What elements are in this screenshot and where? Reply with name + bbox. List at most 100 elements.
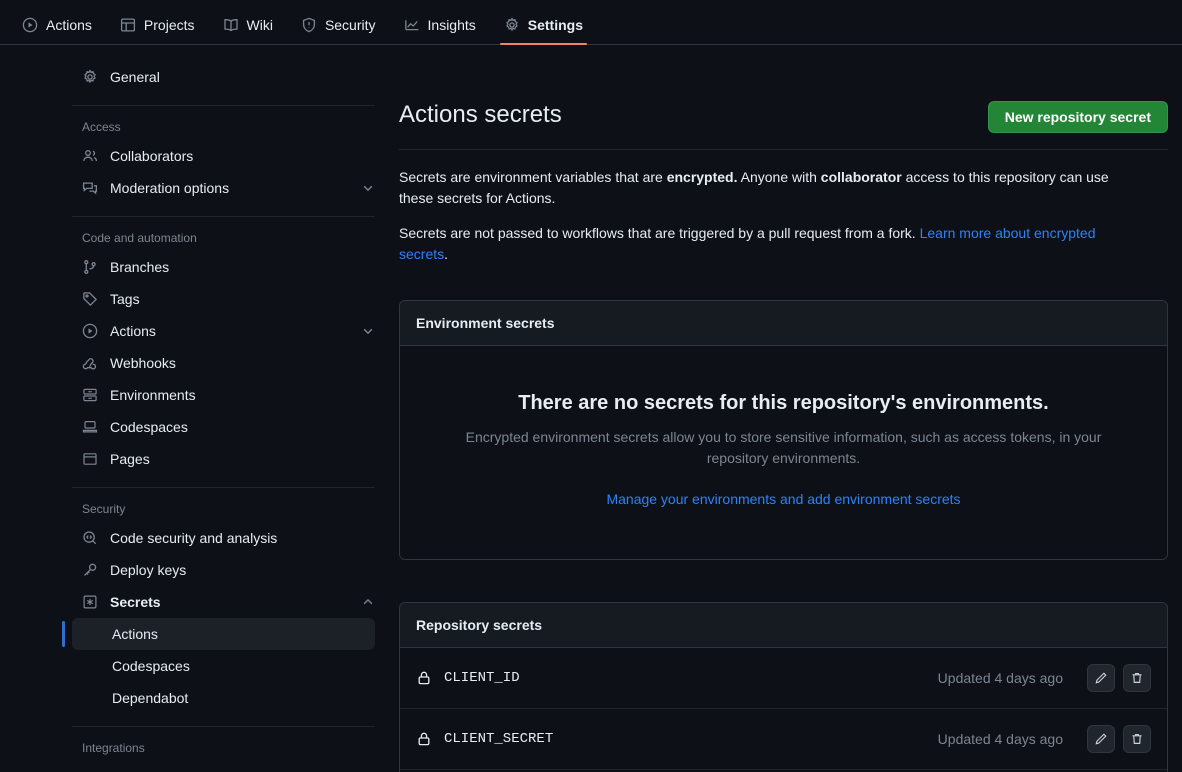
sidebar-divider	[72, 487, 375, 488]
sidebar-subitem-label: Dependabot	[112, 690, 189, 706]
chevron-down-icon[interactable]	[361, 181, 375, 195]
table-row: CLIENT_ID Updated 4 days ago	[400, 648, 1167, 709]
page-header: Actions secrets New repository secret	[399, 101, 1168, 150]
git-branch-icon	[82, 259, 98, 275]
graph-icon	[404, 17, 420, 33]
fork-note-trailing: .	[444, 246, 449, 262]
settings-sidebar: General Access Collaborators Moderation …	[0, 45, 383, 772]
sidebar-divider	[72, 105, 375, 106]
new-repository-secret-button[interactable]: New repository secret	[987, 101, 1168, 133]
intro-bold-collaborator: collaborator	[820, 169, 902, 185]
lock-icon	[416, 731, 432, 747]
webhook-icon	[82, 355, 98, 371]
sidebar-subitem-secrets-actions[interactable]: Actions	[62, 618, 375, 650]
shield-icon	[301, 17, 317, 33]
sidebar-item-label: Pages	[110, 451, 150, 467]
sidebar-item-tags[interactable]: Tags	[72, 283, 383, 315]
tab-label: Projects	[143, 17, 195, 33]
main-content: Actions secrets New repository secret Se…	[383, 45, 1182, 772]
asterisk-square-icon	[82, 594, 98, 610]
tab-projects[interactable]: Projects	[108, 17, 207, 44]
comment-discussion-icon	[82, 180, 98, 196]
browser-icon	[82, 451, 98, 467]
book-icon	[223, 17, 239, 33]
play-circle-icon	[82, 323, 98, 339]
delete-secret-button[interactable]	[1123, 725, 1151, 753]
empty-state-title: There are no secrets for this repository…	[518, 392, 1049, 414]
sidebar-item-webhooks[interactable]: Webhooks	[72, 347, 383, 379]
secret-name: CLIENT_ID	[444, 670, 520, 686]
sidebar-item-deploy-keys[interactable]: Deploy keys	[72, 554, 383, 586]
table-row: CLIENT_SECRET Updated 4 days ago	[400, 709, 1167, 770]
chevron-down-icon[interactable]	[361, 324, 375, 338]
laptop-icon	[82, 419, 98, 435]
sidebar-subitem-secrets-codespaces[interactable]: Codespaces	[72, 650, 375, 682]
edit-secret-button[interactable]	[1087, 725, 1115, 753]
tab-label: Wiki	[246, 17, 273, 33]
sidebar-item-branches[interactable]: Branches	[72, 251, 383, 283]
sidebar-item-label: Secrets	[110, 594, 161, 610]
sidebar-item-label: Branches	[110, 259, 170, 275]
repository-secrets-header: Repository secrets	[400, 603, 1167, 648]
repository-secrets-panel: Repository secrets CLIENT_ID Updated 4 d…	[399, 602, 1168, 772]
sidebar-group-integrations: Integrations	[82, 741, 145, 755]
gear-icon	[82, 69, 98, 85]
sidebar-group-access: Access	[82, 120, 121, 134]
secrets-intro-paragraph: Secrets are environment variables that a…	[399, 167, 1139, 209]
sidebar-item-environments[interactable]: Environments	[72, 379, 383, 411]
sidebar-item-pages[interactable]: Pages	[72, 443, 383, 475]
sidebar-item-code-security-and-analysis[interactable]: Code security and analysis	[72, 522, 383, 554]
play-circle-icon	[22, 17, 38, 33]
delete-secret-button[interactable]	[1123, 664, 1151, 692]
sidebar-item-collaborators[interactable]: Collaborators	[72, 140, 383, 172]
empty-state-description: Encrypted environment secrets allow you …	[465, 429, 1102, 466]
sidebar-subitem-label: Codespaces	[112, 658, 190, 674]
secret-updated-timestamp: Updated 4 days ago	[937, 670, 1063, 686]
sidebar-item-label: Moderation options	[110, 180, 230, 196]
fork-note-text: Secrets are not passed to workflows that…	[399, 225, 920, 241]
sidebar-item-secrets[interactable]: Secrets	[72, 586, 383, 618]
sidebar-item-label: Webhooks	[110, 355, 176, 371]
environment-secrets-header: Environment secrets	[400, 301, 1167, 346]
environment-secrets-empty-state: There are no secrets for this repository…	[400, 346, 1167, 559]
tab-insights[interactable]: Insights	[392, 17, 488, 44]
lock-icon	[416, 670, 432, 686]
page-title: Actions secrets	[399, 101, 562, 128]
repository-nav: Actions Projects Wiki Security Insights …	[0, 0, 1182, 45]
intro-bold-encrypted: encrypted.	[666, 169, 738, 185]
intro-text-part2: Anyone with	[737, 169, 821, 185]
tab-label: Actions	[46, 17, 92, 33]
intro-text-part1: Secrets are environment variables that a…	[399, 169, 667, 185]
tab-actions[interactable]: Actions	[10, 17, 104, 44]
people-icon	[82, 148, 98, 164]
sidebar-group-code-and-automation: Code and automation	[82, 231, 197, 245]
edit-secret-button[interactable]	[1087, 664, 1115, 692]
sidebar-item-label: Actions	[110, 323, 156, 339]
sidebar-divider	[72, 726, 375, 727]
sidebar-item-label: Collaborators	[110, 148, 194, 164]
server-icon	[82, 387, 98, 403]
manage-environments-link[interactable]: Manage your environments and add environ…	[606, 491, 960, 507]
sidebar-item-moderation-options[interactable]: Moderation options	[72, 172, 383, 204]
tab-label: Security	[324, 17, 376, 33]
sidebar-group-security: Security	[82, 502, 126, 516]
sidebar-item-label: Codespaces	[110, 419, 188, 435]
gear-icon	[504, 17, 520, 33]
table-icon	[120, 17, 136, 33]
sidebar-item-label: Code security and analysis	[110, 530, 278, 546]
tag-icon	[82, 291, 98, 307]
chevron-up-icon[interactable]	[361, 595, 375, 609]
tab-settings[interactable]: Settings	[492, 17, 595, 45]
sidebar-item-label: Tags	[110, 291, 140, 307]
sidebar-item-codespaces[interactable]: Codespaces	[72, 411, 383, 443]
tab-security[interactable]: Security	[289, 17, 388, 44]
sidebar-item-actions[interactable]: Actions	[72, 315, 383, 347]
tab-wiki[interactable]: Wiki	[211, 17, 285, 44]
environment-secrets-panel: Environment secrets There are no secrets…	[399, 300, 1168, 560]
sidebar-subitem-secrets-dependabot[interactable]: Dependabot	[72, 682, 375, 714]
sidebar-item-label: Deploy keys	[110, 562, 187, 578]
sidebar-item-general[interactable]: General	[72, 61, 383, 93]
sidebar-item-label: Environments	[110, 387, 196, 403]
key-icon	[82, 562, 98, 578]
fork-note-paragraph: Secrets are not passed to workflows that…	[399, 223, 1139, 265]
